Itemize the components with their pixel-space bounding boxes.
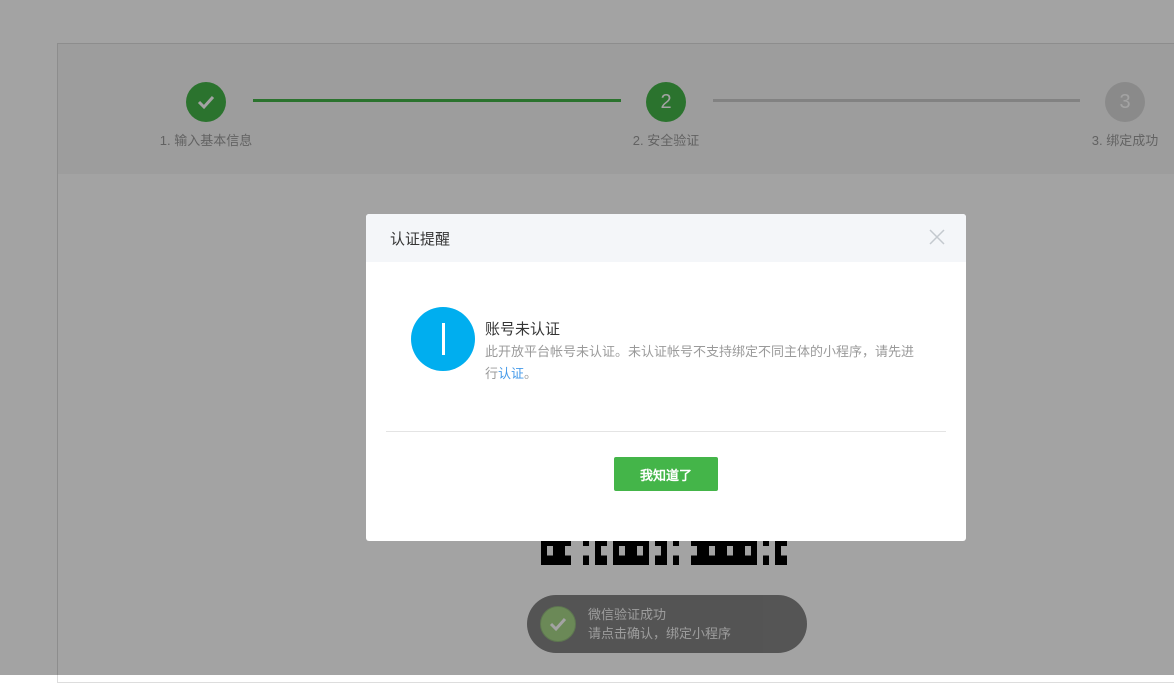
divider — [386, 431, 946, 432]
info-icon — [411, 307, 475, 371]
verify-link[interactable]: 认证 — [498, 366, 524, 381]
dialog-title: 认证提醒 — [390, 230, 451, 248]
auth-reminder-dialog: 认证提醒 账号未认证 此开放平台帐号未认证。未认证帐号不支持绑定不同主体的小程序… — [366, 214, 966, 541]
confirm-button[interactable]: 我知道了 — [614, 457, 718, 491]
description-text: 此开放平台帐号未认证。未认证帐号不支持绑定不同主体的小程序，请先进行 — [485, 344, 915, 381]
close-icon[interactable] — [928, 228, 946, 246]
dialog-description: 此开放平台帐号未认证。未认证帐号不支持绑定不同主体的小程序，请先进行认证。 — [485, 341, 925, 385]
dialog-heading: 账号未认证 — [485, 321, 561, 338]
description-end: 。 — [524, 366, 538, 381]
